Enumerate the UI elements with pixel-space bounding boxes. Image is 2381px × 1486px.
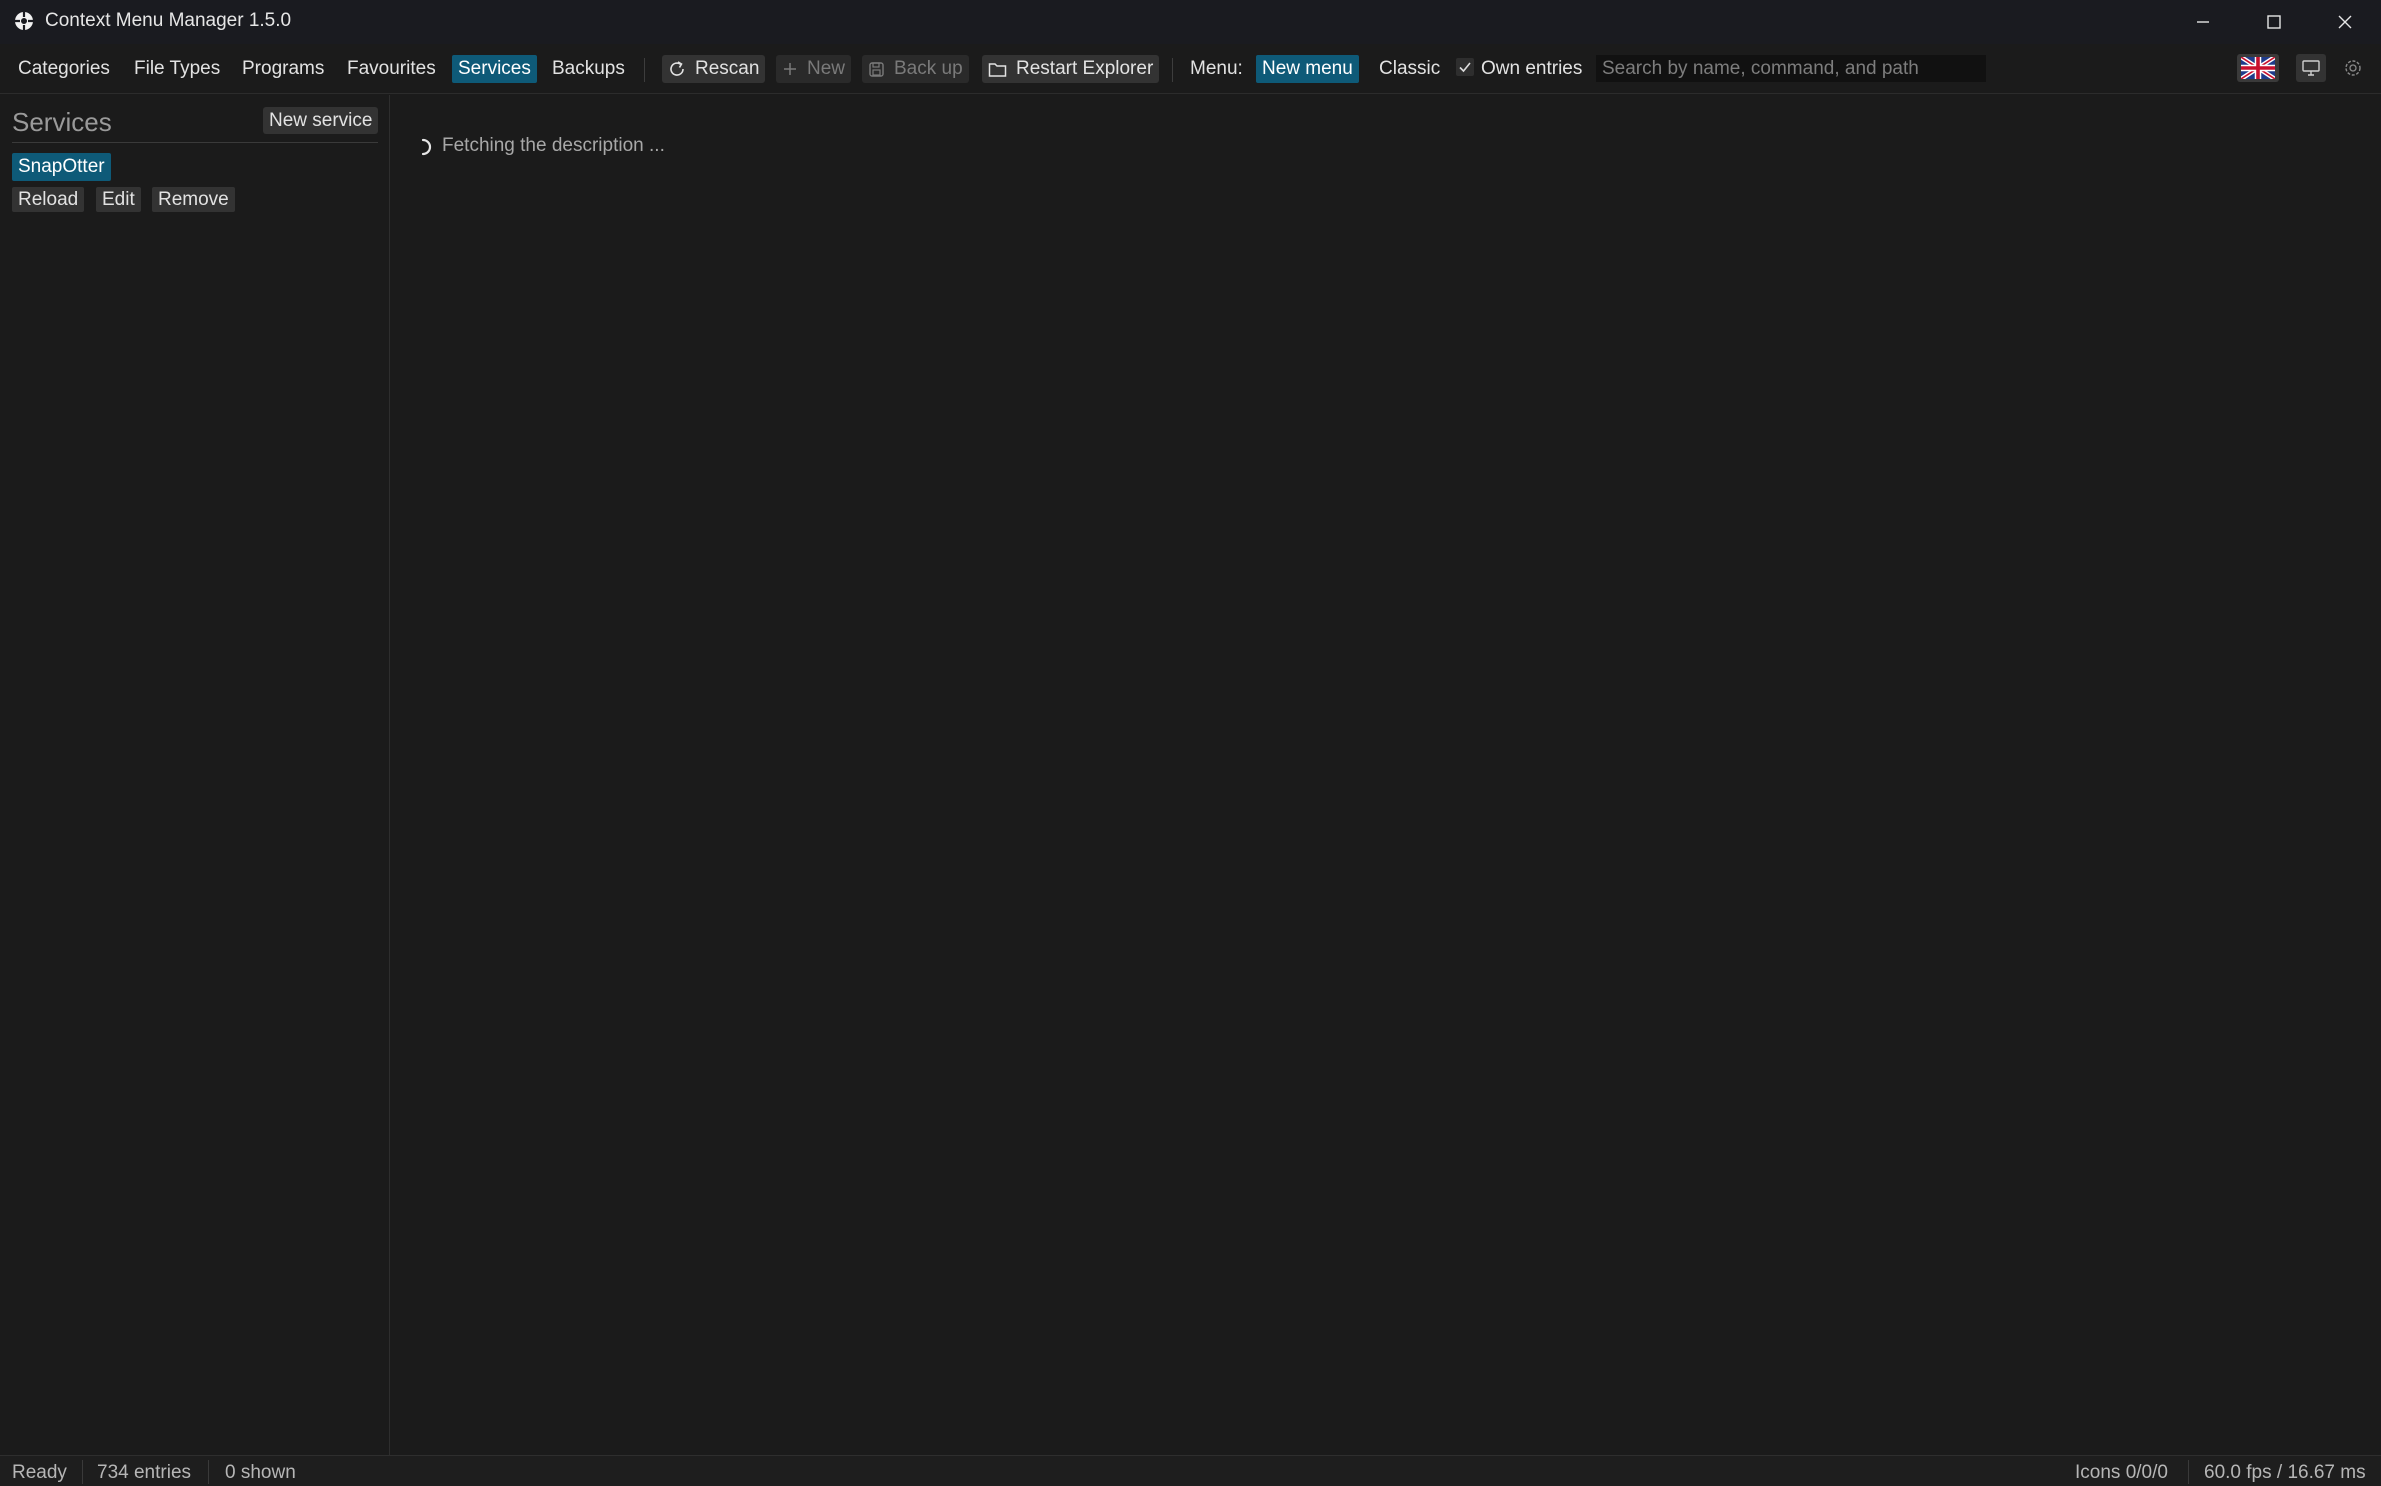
services-panel: Services New service SnapOtter Reload Ed…: [0, 95, 390, 1455]
service-detail-pane: Fetching the description ...: [391, 95, 2381, 1455]
toolbar-separator: [1172, 58, 1173, 82]
minimize-button[interactable]: [2168, 0, 2238, 44]
refresh-icon: [670, 61, 684, 76]
loading-message: Fetching the description ...: [442, 135, 665, 156]
status-shown: 0 shown: [225, 1462, 296, 1483]
maximize-button[interactable]: [2239, 0, 2309, 44]
save-icon: [869, 61, 884, 77]
edit-button[interactable]: Edit: [96, 187, 141, 212]
app-logo-icon: [14, 11, 34, 31]
status-state: Ready: [12, 1462, 67, 1483]
uk-flag-icon: [2241, 57, 2275, 79]
restart-explorer-button[interactable]: Restart Explorer: [982, 55, 1160, 83]
back-up-button[interactable]: Back up: [862, 55, 969, 83]
new-button[interactable]: New: [776, 55, 852, 83]
maximize-icon: [2267, 15, 2281, 29]
loading-spinner-icon: [418, 138, 434, 161]
gear-icon: [2345, 60, 2361, 76]
panel-divider: [12, 142, 378, 143]
checkmark-icon: [1459, 62, 1471, 73]
status-separator: [208, 1460, 209, 1484]
language-button[interactable]: [2237, 54, 2279, 82]
display-button[interactable]: [2296, 54, 2326, 82]
nav-backups[interactable]: Backups: [552, 55, 625, 83]
search-input[interactable]: [1596, 55, 1986, 82]
close-icon: [2338, 15, 2352, 29]
close-button[interactable]: [2310, 0, 2380, 44]
remove-button[interactable]: Remove: [152, 187, 235, 212]
title-bar[interactable]: Context Menu Manager 1.5.0: [0, 0, 2381, 44]
new-service-button[interactable]: New service: [263, 107, 379, 134]
minimize-icon: [2197, 21, 2209, 23]
menu-mode-classic[interactable]: Classic: [1379, 55, 1440, 83]
reload-button[interactable]: Reload: [12, 187, 85, 212]
menu-label: Menu:: [1190, 58, 1243, 79]
rescan-button[interactable]: Rescan: [662, 55, 766, 83]
own-entries-label[interactable]: Own entries: [1481, 55, 1582, 83]
nav-programs[interactable]: Programs: [242, 55, 324, 83]
menu-mode-new[interactable]: New menu: [1256, 55, 1359, 83]
nav-file-types[interactable]: File Types: [134, 55, 220, 83]
status-fps: 60.0 fps / 16.67 ms: [2204, 1462, 2366, 1483]
toolbar-separator: [644, 58, 645, 82]
plus-icon: [784, 63, 796, 75]
status-icons: Icons 0/0/0: [2075, 1462, 2168, 1483]
new-label: New: [807, 58, 846, 79]
monitor-icon: [2302, 60, 2320, 76]
folder-icon: [988, 62, 1007, 77]
panel-title: Services: [12, 107, 112, 137]
service-item-snapotter[interactable]: SnapOtter: [12, 153, 111, 181]
back-up-label: Back up: [894, 58, 963, 79]
status-entries: 734 entries: [97, 1462, 192, 1483]
own-entries-checkbox[interactable]: [1456, 58, 1474, 76]
status-bar: Ready 734 entries 0 shown Icons 0/0/0 60…: [0, 1455, 2381, 1486]
nav-categories[interactable]: Categories: [18, 55, 110, 83]
app-window: Context Menu Manager 1.5.0 Categories Fi…: [0, 0, 2381, 1486]
status-separator: [82, 1460, 83, 1484]
status-separator: [2188, 1460, 2189, 1484]
settings-button[interactable]: [2338, 54, 2368, 82]
window-title: Context Menu Manager 1.5.0: [45, 10, 292, 31]
rescan-label: Rescan: [695, 58, 760, 79]
nav-services[interactable]: Services: [452, 55, 537, 83]
nav-favourites[interactable]: Favourites: [347, 55, 436, 83]
restart-explorer-label: Restart Explorer: [1016, 58, 1154, 79]
